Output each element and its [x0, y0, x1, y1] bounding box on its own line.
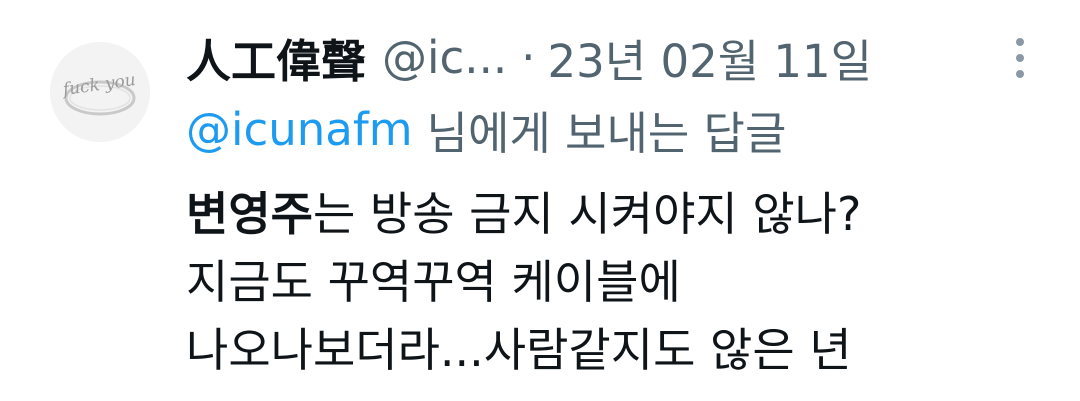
more-vertical-icon-dot [1016, 70, 1024, 78]
avatar-ring-image: fuck you [50, 42, 150, 142]
avatar[interactable]: fuck you [50, 42, 150, 142]
tweet-header: 人工偉聲 @ic... · 23년 02월 11일 [186, 24, 872, 90]
tweet[interactable]: fuck you 人工偉聲 @ic... · 23년 02월 11일 @icun… [0, 0, 1080, 401]
tweet-body-line-3: 나오나보더라...사람같지도 않은 년 [186, 323, 852, 377]
tweet-body-line-2: 지금도 꾸역꾸역 케이블에 [186, 255, 681, 309]
more-vertical-icon-dot [1016, 54, 1024, 62]
more-options-button[interactable] [1002, 34, 1038, 82]
user-handle[interactable]: @ic... [382, 31, 507, 84]
tweet-body-line-1-rest: 는 방송 금지 시켜야지 않나? [312, 187, 862, 241]
tweet-body-line-1: 변영주는 방송 금지 시켜야지 않나? [186, 180, 1066, 248]
separator-dot: · [521, 30, 536, 84]
tweet-date[interactable]: 23년 02월 11일 [547, 25, 872, 90]
tweet-body: 변영주는 방송 금지 시켜야지 않나? 지금도 꾸역꾸역 케이블에 나오나보더라… [186, 180, 1066, 384]
display-name[interactable]: 人工偉聲 [186, 25, 366, 90]
highlighted-keyword: 변영주 [186, 187, 313, 241]
reply-mention-link[interactable]: @icunafm [186, 103, 413, 156]
reply-suffix: 님에게 보내는 답글 [426, 106, 787, 160]
more-vertical-icon [1016, 38, 1024, 46]
reply-context: @icunafm 님에게 보내는 답글 [186, 96, 786, 162]
